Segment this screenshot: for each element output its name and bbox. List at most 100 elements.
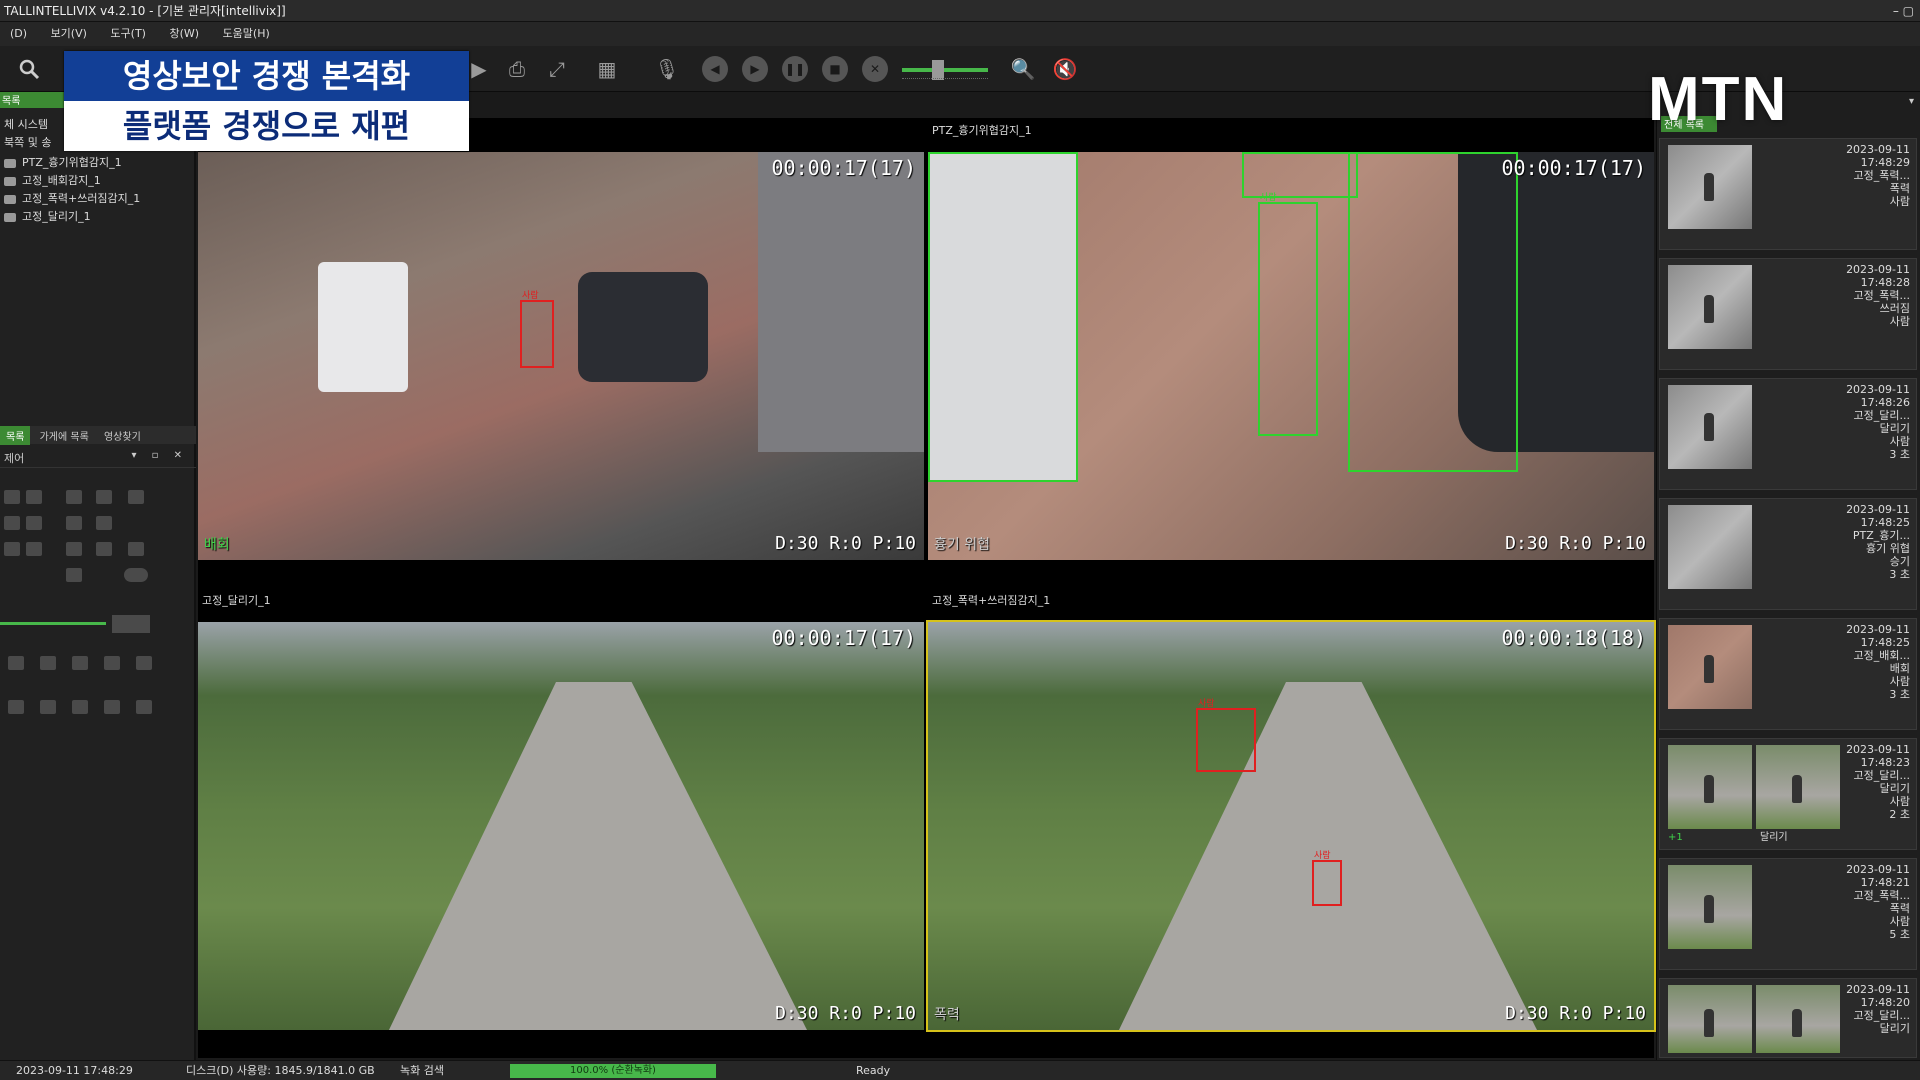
tree-camera-running[interactable]: 고정_달리기_1: [4, 208, 91, 224]
video-tile-2[interactable]: PTZ_흉기위협감지_1 사람 00:00:17(17) D:30 R:0 P:…: [928, 118, 1654, 586]
event-meta: 2023-09-11 17:48:21 고정_폭력... 폭력 사람 5 초: [1846, 863, 1910, 941]
fullscreen-icon[interactable]: ⤢: [542, 54, 572, 84]
slider-knob[interactable]: [932, 60, 944, 80]
mute-icon[interactable]: 🔇: [1050, 54, 1080, 84]
event-list-panel: ▾ 전체 목록 2023-09-11 17:48:29 고정_폭력... 폭력 …: [1656, 92, 1920, 1060]
person-figure: [1704, 295, 1714, 323]
ptz-up-icon[interactable]: [4, 490, 20, 504]
event-meta: 2023-09-11 17:48:29 고정_폭력... 폭력 사람: [1846, 143, 1910, 208]
wave-icon[interactable]: [40, 656, 56, 670]
grid-icon[interactable]: [136, 656, 152, 670]
play-icon[interactable]: ▶: [742, 56, 768, 82]
layout-grid-icon[interactable]: ▦: [592, 54, 622, 84]
person-figure: [1704, 775, 1714, 803]
menu-item-help[interactable]: 도움말(H): [213, 22, 280, 46]
detection-box[interactable]: 사람: [520, 291, 554, 368]
gear-icon[interactable]: [72, 700, 88, 714]
video-timestamp: 00:00:17(17): [771, 626, 917, 650]
video-tile-label: 고정_달리기_1: [202, 594, 271, 607]
ptz-tilt-icon[interactable]: [96, 516, 112, 530]
detection-box-vehicle[interactable]: [1348, 152, 1518, 472]
event-card[interactable]: 2023-09-11 17:48:29 고정_폭력... 폭력 사람: [1659, 138, 1917, 250]
event-thumbnail: [1668, 265, 1752, 349]
video-frame[interactable]: 사람 00:00:17(17) D:30 R:0 P:10 배회: [198, 152, 924, 560]
zoom-search-icon[interactable]: 🔍: [1008, 54, 1038, 84]
event-secondary-label: 달리기: [1760, 832, 1788, 843]
tab-store-list[interactable]: 가게에 목록: [34, 426, 95, 445]
menu-item-file[interactable]: (D): [0, 22, 37, 46]
ptz-up-right-icon[interactable]: [26, 490, 42, 504]
event-card[interactable]: 2023-09-11 17:48:28 고정_폭력... 쓰러짐 사람: [1659, 258, 1917, 370]
detection-box-vehicle[interactable]: [928, 152, 1078, 482]
status-record-search[interactable]: 녹화 검색: [400, 1061, 444, 1080]
microphone-icon[interactable]: 🎙: [652, 54, 682, 84]
bell-icon[interactable]: [104, 656, 120, 670]
tree-camera-ptz[interactable]: PTZ_흉기위협감지_1: [4, 154, 122, 170]
speed-gauge-icon[interactable]: [124, 568, 148, 582]
tree-camera-violence[interactable]: 고정_폭력+쓰러짐감지_1: [4, 190, 140, 206]
fan-icon[interactable]: [40, 700, 56, 714]
ptz-focus-icon[interactable]: [96, 490, 112, 504]
doc-icon[interactable]: [8, 700, 24, 714]
video-tile-1[interactable]: 사람 00:00:17(17) D:30 R:0 P:10 배회: [198, 118, 924, 586]
ptz-down-icon[interactable]: [4, 542, 20, 556]
target-icon[interactable]: [136, 700, 152, 714]
ptz-plus-icon[interactable]: [66, 516, 82, 530]
search-icon[interactable]: [14, 54, 44, 84]
event-card[interactable]: 2023-09-11 17:48:26 고정_달리... 달리기 사람 3 초: [1659, 378, 1917, 490]
car-shape: [578, 272, 708, 382]
ptz-left-icon[interactable]: [4, 516, 20, 530]
home-icon[interactable]: [72, 656, 88, 670]
ptz-speed-slider[interactable]: [0, 622, 106, 625]
event-card[interactable]: 2023-09-11 17:48:23 고정_달리... 달리기 사람 2 초 …: [1659, 738, 1917, 850]
event-meta: 2023-09-11 17:48:25 고정_배회... 배회 사람 3 초: [1846, 623, 1910, 701]
tree-camera-loiter[interactable]: 고정_배회감지_1: [4, 172, 101, 188]
ptz-panel-controls[interactable]: ▾ ▫ ✕: [131, 450, 188, 461]
event-filter-dropdown[interactable]: ▾: [1909, 96, 1914, 107]
video-frame[interactable]: 사람 사람 00:00:18(18) D:30 R:0 P:10 폭력: [926, 620, 1656, 1032]
ptz-home-icon[interactable]: [66, 568, 82, 582]
event-card[interactable]: 2023-09-11 17:48:20 고정_달리... 달리기: [1659, 978, 1917, 1058]
previous-icon[interactable]: ◀: [702, 56, 728, 82]
ptz-down-left-icon[interactable]: [26, 542, 42, 556]
lock-icon[interactable]: [128, 542, 144, 556]
video-grid: 사람 00:00:17(17) D:30 R:0 P:10 배회 PTZ_흉기위…: [198, 118, 1656, 1058]
tree-root[interactable]: 체 시스템: [4, 116, 48, 132]
arrows-icon[interactable]: [104, 700, 120, 714]
video-tile-3[interactable]: 고정_달리기_1 00:00:17(17) D:30 R:0 P:10: [198, 588, 924, 1056]
menu-item-tools[interactable]: 도구(T): [100, 22, 156, 46]
stop-icon[interactable]: ■: [822, 56, 848, 82]
ptz-minus-icon[interactable]: [66, 542, 82, 556]
cloud-icon[interactable]: [8, 656, 24, 670]
tab-video-search[interactable]: 영상찾기: [98, 426, 147, 445]
event-card[interactable]: 2023-09-11 17:48:25 고정_배회... 배회 사람 3 초: [1659, 618, 1917, 730]
ptz-preset-icon[interactable]: [96, 542, 112, 556]
close-playback-icon[interactable]: ✕: [862, 56, 888, 82]
detection-box[interactable]: 사람: [1196, 699, 1256, 772]
pause-icon[interactable]: ❚❚: [782, 56, 808, 82]
video-frame[interactable]: 사람 00:00:17(17) D:30 R:0 P:10 흉기 위협: [928, 152, 1654, 560]
detection-box[interactable]: 사람: [1312, 851, 1342, 906]
menu-item-window[interactable]: 창(W): [159, 22, 209, 46]
status-ready: Ready: [856, 1064, 891, 1077]
window-controls[interactable]: – ▢: [1893, 0, 1914, 22]
window-title: TALLINTELLIVIX v4.2.10 - [기본 관리자[intelli…: [4, 4, 286, 18]
menu-item-view[interactable]: 보기(V): [41, 22, 97, 46]
video-timestamp: 00:00:17(17): [1501, 156, 1647, 180]
export-icon[interactable]: ⎙: [502, 54, 532, 84]
person-figure: [1704, 655, 1714, 683]
ptz-right-icon[interactable]: [26, 516, 42, 530]
detection-box-person[interactable]: 사람: [1258, 193, 1318, 436]
tree-group[interactable]: 북쪽 및 송: [4, 134, 51, 150]
event-label: 폭력: [934, 1007, 960, 1023]
video-frame[interactable]: 00:00:17(17) D:30 R:0 P:10: [198, 622, 924, 1030]
ptz-speed-knob[interactable]: [112, 615, 150, 633]
event-card[interactable]: 2023-09-11 17:48:21 고정_폭력... 폭력 사람 5 초: [1659, 858, 1917, 970]
video-tile-4[interactable]: 고정_폭력+쓰러짐감지_1 사람 사람 00:00:18(18) D:30 R:…: [926, 588, 1656, 1056]
event-meta: 2023-09-11 17:48:23 고정_달리... 달리기 사람 2 초: [1846, 743, 1910, 821]
ptz-iris-icon[interactable]: [128, 490, 144, 504]
playback-speed-slider[interactable]: [902, 68, 988, 72]
ptz-zoom-in-icon[interactable]: [66, 490, 82, 504]
event-card[interactable]: 2023-09-11 17:48:25 PTZ_흉기... 흉기 위협 승기 3…: [1659, 498, 1917, 610]
tab-list[interactable]: 목록: [0, 426, 31, 445]
